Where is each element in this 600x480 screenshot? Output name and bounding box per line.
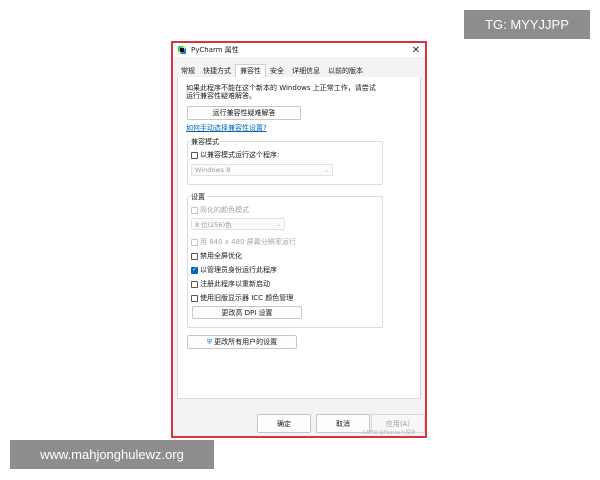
reduced-color-label: 简化的颜色模式 [200,206,249,214]
tab-general[interactable]: 常规 [177,65,199,77]
intro-text: 如果此程序不能在这个新本的 Windows 上正常工作，请尝试 运行兼容性疑难解… [186,84,416,100]
csdn-watermark: CSDN @Fiunaa小探测 [363,430,416,436]
low-res-option: 用 640 x 480 屏幕分辨率运行 [191,237,296,247]
os-version-value: Windows 8 [195,166,231,174]
window-title: PyCharm 属性 [191,46,239,54]
change-dpi-button[interactable]: 更改高 DPI 设置 [192,306,302,319]
tab-security[interactable]: 安全 [266,65,288,77]
register-restart-option: 注册此程序以重新启动 [191,279,270,289]
disable-fullscreen-option: 禁用全屏优化 [191,251,242,261]
run-as-admin-option: ✓ 以管理员身份运行此程序 [191,265,277,275]
compat-mode-checkbox[interactable] [191,151,198,159]
run-as-admin-checkbox[interactable]: ✓ [191,266,198,274]
compat-mode-option: 以兼容模式运行这个程序: [191,150,279,160]
chevron-down-icon: ⌄ [275,221,281,228]
register-restart-label: 注册此程序以重新启动 [200,280,270,288]
settings-group-label: 设置 [190,192,206,202]
intro-line-1: 如果此程序不能在这个新本的 Windows 上正常工作，请尝试 [186,84,376,92]
compat-mode-group [187,141,383,185]
tab-shortcut[interactable]: 快捷方式 [199,65,235,77]
change-all-users-button[interactable]: ⛨ 更改所有用户的设置 [187,335,297,349]
legacy-icc-checkbox[interactable] [191,294,198,302]
tab-previous-versions[interactable]: 以前的版本 [324,65,367,77]
properties-dialog: PyCharm 属性 ✕ 常规 快捷方式 兼容性 安全 详细信息 以前的版本 如… [171,41,427,438]
legacy-icc-option: 使用旧版显示器 ICC 颜色管理 [191,293,293,303]
ok-button[interactable]: 确定 [257,414,311,433]
register-restart-checkbox[interactable] [191,280,198,288]
reduced-color-checkbox [191,206,198,214]
intro-line-2: 运行兼容性疑难解答。 [186,92,256,100]
compat-mode-label: 兼容模式 [190,137,220,147]
disable-fullscreen-label: 禁用全屏优化 [200,252,242,260]
color-depth-select: 8 位(256)色 ⌄ [191,218,285,230]
change-all-users-label: 更改所有用户的设置 [214,338,278,346]
pycharm-icon [178,46,186,54]
os-version-select[interactable]: Windows 8 ⌄ [191,164,333,176]
tg-overlay-label: TG: MYYJJPP [464,10,590,39]
color-depth-value: 8 位(256)色 [195,221,232,229]
compat-mode-checkbox-label: 以兼容模式运行这个程序: [200,151,280,159]
title-bar: PyCharm 属性 ✕ [173,43,425,57]
legacy-icc-label: 使用旧版显示器 ICC 颜色管理 [200,294,294,302]
compatibility-panel: 如果此程序不能在这个新本的 Windows 上正常工作，请尝试 运行兼容性疑难解… [177,77,421,399]
manual-settings-link[interactable]: 如何手动选择兼容性设置? [186,123,267,133]
reduced-color-option: 简化的颜色模式 [191,205,249,215]
uac-shield-icon: ⛨ [206,337,213,346]
close-icon[interactable]: ✕ [409,43,423,57]
website-overlay-label: www.mahjonghulewz.org [10,440,214,469]
tab-details[interactable]: 详细信息 [288,65,324,77]
chevron-down-icon: ⌄ [323,167,329,174]
run-troubleshooter-button[interactable]: 运行兼容性疑难解答 [187,106,301,120]
disable-fullscreen-checkbox[interactable] [191,252,198,260]
tab-compatibility[interactable]: 兼容性 [235,64,266,77]
low-res-checkbox [191,238,198,246]
low-res-label: 用 640 x 480 屏幕分辨率运行 [200,238,296,246]
run-as-admin-label: 以管理员身份运行此程序 [200,266,277,274]
cancel-button[interactable]: 取消 [316,414,370,433]
